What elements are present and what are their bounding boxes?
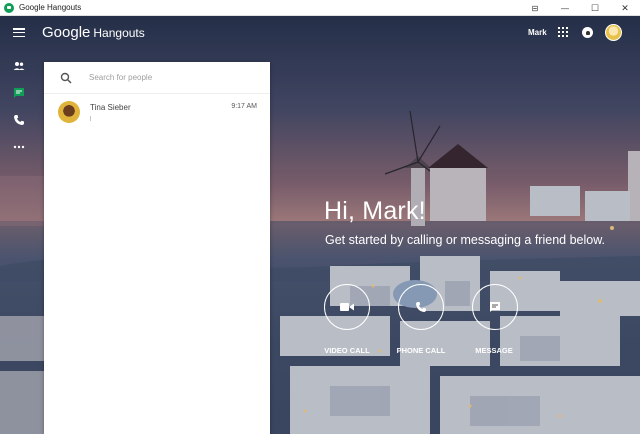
message-time: 9:17 AM <box>231 103 257 110</box>
video-call-label[interactable]: VIDEO CALL <box>312 346 382 355</box>
welcome-greeting: Hi, Mark! <box>324 197 426 225</box>
message-button[interactable] <box>472 284 518 330</box>
window-titlebar: Google Hangouts ⊟ — ☐ ✕ <box>0 0 640 16</box>
message-snippet-cursor <box>90 116 91 121</box>
pin-button[interactable]: ⊟ <box>520 0 550 16</box>
search-icon <box>60 72 72 84</box>
account-avatar[interactable] <box>605 24 622 41</box>
more-icon[interactable] <box>13 141 25 153</box>
notifications-icon[interactable] <box>582 27 593 38</box>
brand-hangouts: Hangouts <box>93 26 145 40</box>
maximize-button[interactable]: ☐ <box>580 0 610 16</box>
video-call-button[interactable] <box>324 284 370 330</box>
phone-icon[interactable] <box>13 114 25 126</box>
hangouts-app-icon <box>4 2 14 13</box>
window-title: Google Hangouts <box>19 3 82 12</box>
close-button[interactable]: ✕ <box>610 0 640 16</box>
message-label[interactable]: MESSAGE <box>459 346 529 355</box>
phone-call-icon <box>416 302 426 312</box>
people-icon[interactable] <box>13 60 25 72</box>
user-name[interactable]: Mark <box>528 28 547 37</box>
conversations-panel: Tina Sieber 9:17 AM <box>44 62 270 434</box>
phone-call-button[interactable] <box>398 284 444 330</box>
menu-icon[interactable] <box>13 28 25 37</box>
welcome-subtitle: Get started by calling or messaging a fr… <box>325 233 606 247</box>
minimize-button[interactable]: — <box>550 0 580 16</box>
search-bar <box>44 62 270 94</box>
phone-call-label[interactable]: PHONE CALL <box>386 346 456 355</box>
search-people-input[interactable] <box>89 73 249 82</box>
message-icon <box>490 302 500 312</box>
contact-name: Tina Sieber <box>90 103 131 112</box>
chat-icon[interactable] <box>13 87 25 99</box>
window-controls: ⊟ — ☐ ✕ <box>520 0 640 16</box>
apps-grid-icon[interactable] <box>558 27 568 37</box>
app-brand: Google Hangouts <box>42 24 145 41</box>
contact-avatar <box>58 101 80 123</box>
brand-google: Google <box>42 24 91 41</box>
video-icon <box>340 303 354 311</box>
conversation-item[interactable]: Tina Sieber 9:17 AM <box>44 94 270 132</box>
